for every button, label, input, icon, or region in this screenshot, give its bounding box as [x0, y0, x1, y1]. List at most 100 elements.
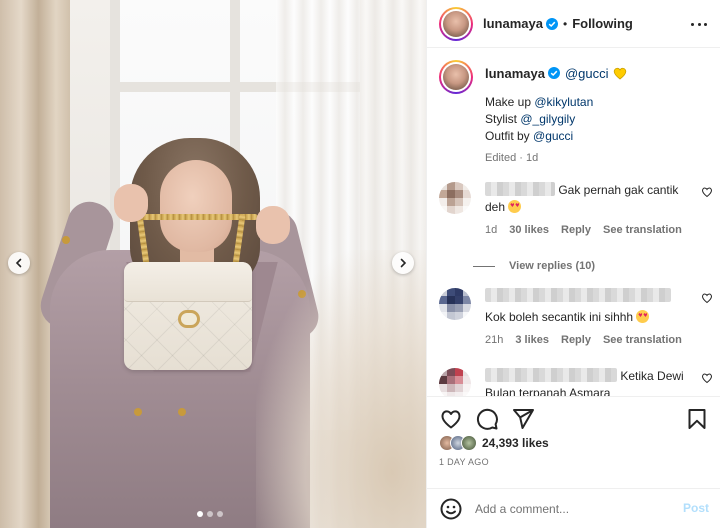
smiley-icon[interactable]: [439, 497, 463, 521]
reply-button[interactable]: Reply: [561, 222, 591, 239]
add-comment-bar: Post: [427, 488, 720, 528]
mention-link[interactable]: @_gilygily: [520, 112, 575, 126]
commenter-avatar[interactable]: [439, 288, 471, 320]
chevron-left-icon: [15, 258, 22, 268]
heart-eyes-emoji-icon: [636, 310, 650, 323]
pixelated-avatar: [439, 368, 471, 396]
comment-body: Kok boleh secantik ini sihhh 21h 3 likes…: [485, 288, 695, 349]
face: [160, 160, 232, 252]
mention-link[interactable]: @kikylutan: [534, 95, 593, 109]
caption-username[interactable]: lunamaya: [485, 65, 545, 82]
caption-line: Outfit by @gucci: [485, 128, 715, 145]
heart-icon[interactable]: [439, 407, 463, 431]
carousel-dot: [197, 511, 203, 517]
jacket-button: [134, 408, 142, 416]
comment-meta: 21h 3 likes Reply See translation: [485, 332, 695, 349]
pixelated-avatar: [439, 182, 471, 214]
post-photo[interactable]: [0, 0, 426, 528]
see-translation-button[interactable]: See translation: [603, 222, 682, 239]
more-horizontal-icon[interactable]: [691, 16, 707, 32]
reply-button[interactable]: Reply: [561, 332, 591, 349]
avatar-image: [443, 64, 469, 90]
comment-age: 1d: [485, 224, 498, 236]
caption-meta: Edited · 1d: [485, 152, 539, 164]
comment-likes[interactable]: 3 likes: [515, 332, 549, 349]
separator: •: [562, 16, 568, 31]
bookmark-icon[interactable]: [685, 407, 709, 431]
chevron-right-icon: [400, 258, 407, 268]
caption-text: lunamaya @gucci Make up @kikylutan Styli…: [485, 60, 715, 167]
comment-name-row: [485, 288, 695, 305]
comment-heart-icon[interactable]: [701, 372, 713, 384]
caption-label: Make up: [485, 95, 532, 109]
mention-link[interactable]: @gucci: [533, 129, 573, 143]
post-header: lunamaya • Following: [427, 0, 720, 48]
avatar-border: [441, 8, 471, 39]
caption-label: Stylist: [485, 112, 518, 126]
carousel-dot: [217, 511, 223, 517]
caption-label: Outfit by: [485, 129, 530, 143]
verified-icon: [545, 17, 558, 30]
caption-avatar[interactable]: [439, 60, 473, 94]
comment-age: 21h: [485, 334, 504, 346]
header-username[interactable]: lunamaya: [483, 16, 543, 31]
comment-text: Kok boleh secantik ini sihhh: [485, 310, 634, 324]
avatar-border: [441, 62, 471, 92]
comment-likes[interactable]: 30 likes: [509, 222, 549, 239]
comments-scroll[interactable]: lunamaya @gucci Make up @kikylutan Styli…: [427, 48, 720, 396]
redacted-username[interactable]: [485, 368, 617, 382]
caption-time: 1d: [525, 152, 539, 164]
handbag-clasp: [178, 310, 200, 328]
handbag-flap: [124, 262, 252, 302]
jacket-button: [62, 236, 70, 244]
comment-heart-icon[interactable]: [701, 186, 713, 198]
avatar[interactable]: [439, 6, 473, 41]
post-details-panel: lunamaya • Following lunamaya @gucci Mak…: [426, 0, 720, 528]
caption-line: Make up @kikylutan: [485, 94, 715, 111]
see-translation-button[interactable]: See translation: [603, 332, 682, 349]
comment-text-row: Gak pernah gak cantik deh: [485, 182, 695, 216]
carousel-dot: [207, 511, 213, 517]
carousel-prev-button[interactable]: [8, 252, 30, 274]
likes-summary[interactable]: 24,393 likes: [439, 435, 549, 451]
comment-body: Gak pernah gak cantik deh 1d 30 likes Re…: [485, 182, 695, 239]
caption-mention[interactable]: @gucci: [565, 65, 609, 82]
post-actions: 24,393 likes 1 DAY AGO: [427, 396, 720, 488]
avatar-image: [443, 10, 469, 37]
verified-icon: [547, 67, 560, 79]
commenter-avatar[interactable]: [439, 182, 471, 214]
heart-eyes-emoji-icon: [508, 200, 522, 213]
comment-meta: 1d 30 likes Reply See translation: [485, 222, 695, 239]
pixelated-avatar: [439, 288, 471, 320]
comment-text-row: Kok boleh secantik ini sihhh: [485, 309, 695, 326]
likes-count[interactable]: 24,393 likes: [482, 436, 549, 450]
comment-text-row: Ketika Dewi: [485, 368, 695, 385]
liker-avatar: [461, 435, 477, 451]
carousel-indicator: [197, 511, 223, 517]
view-replies-button[interactable]: View replies (10): [473, 260, 595, 272]
caption-title-row: lunamaya @gucci: [485, 60, 715, 86]
header-user: lunamaya • Following: [483, 16, 633, 31]
right-hand: [256, 206, 290, 244]
edited-label: Edited: [485, 152, 517, 164]
yellow-heart-icon: [613, 67, 626, 80]
comment-icon[interactable]: [475, 407, 499, 431]
carousel-next-button[interactable]: [392, 252, 414, 274]
replies-divider: [473, 265, 495, 267]
send-icon[interactable]: [511, 407, 535, 431]
comment-heart-icon[interactable]: [701, 292, 713, 304]
left-hand: [114, 184, 148, 222]
comment-text: Ketika Dewi: [620, 369, 684, 383]
post-date: 1 DAY AGO: [439, 457, 489, 467]
add-comment-input[interactable]: [475, 499, 665, 519]
commenter-avatar[interactable]: [439, 368, 471, 396]
comment-text-continued: Bulan terpanah Asmara: [485, 386, 611, 396]
caption-body: Make up @kikylutan Stylist @_gilygily Ou…: [485, 94, 715, 145]
following-button[interactable]: Following: [572, 16, 633, 31]
post-button[interactable]: Post: [683, 501, 709, 515]
comment-body: Ketika Dewi Bulan terpanah Asmara: [485, 368, 695, 396]
redacted-username[interactable]: [485, 182, 555, 196]
redacted-username[interactable]: [485, 288, 671, 302]
caption-line: Stylist @_gilygily: [485, 111, 715, 128]
view-replies-label: View replies (10): [509, 260, 596, 272]
